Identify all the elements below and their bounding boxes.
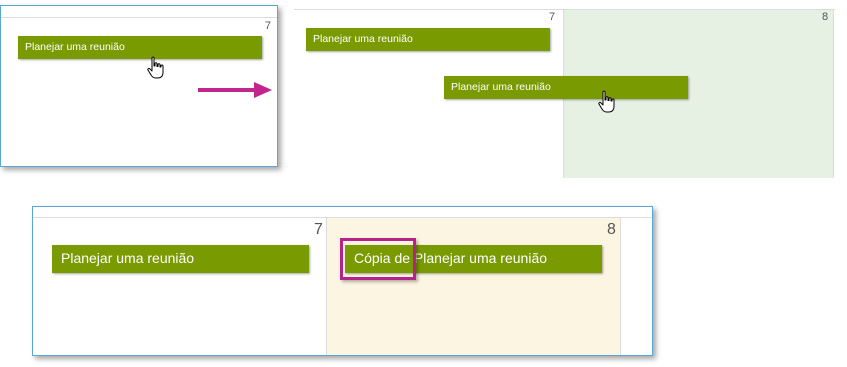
event-planejar-reuniao[interactable]: Planejar uma reunião: [52, 245, 309, 273]
hand-pointer-icon: [147, 56, 164, 79]
day-number-7: 7: [314, 221, 323, 238]
event-title: Planejar uma reunião: [451, 81, 551, 93]
day-divider: [620, 217, 621, 355]
day-number-8: 8: [822, 11, 829, 23]
event-title: Planejar uma reunião: [61, 250, 195, 266]
arrow-right-icon: [198, 82, 272, 98]
copy-prefix-highlight: [340, 238, 416, 280]
step3-calendar-panel: 7 8 Planejar uma reunião Cópia de Planej…: [32, 206, 653, 356]
event-title: Planejar uma reunião: [313, 33, 413, 45]
event-planejar-reuniao[interactable]: Planejar uma reunião: [18, 36, 262, 59]
day-divider: [833, 9, 834, 178]
week-top-gridline: [1, 17, 277, 18]
event-planejar-reuniao[interactable]: Planejar uma reunião: [306, 28, 550, 51]
day-number-7: 7: [549, 11, 556, 23]
hand-pointer-icon: [598, 90, 615, 113]
event-title: Planejar uma reunião: [25, 41, 125, 53]
day-number-7: 7: [264, 20, 271, 32]
step2-calendar-panel: 7 8 Planejar uma reunião Planejar uma re…: [294, 0, 835, 178]
event-planejar-reuniao-dragging[interactable]: Planejar uma reunião: [444, 76, 688, 99]
day-number-8: 8: [607, 221, 616, 238]
